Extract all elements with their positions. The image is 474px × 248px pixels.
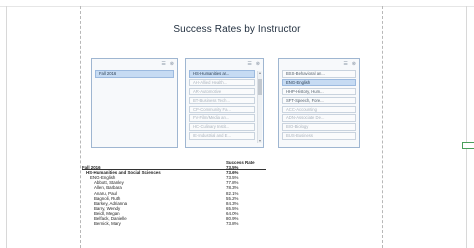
- pivot-table: Success Rate Fall 2016 73.5% HS-Humanities…: [82, 160, 266, 226]
- pivot-row[interactable]: Bernick, Mary 73.8%: [82, 221, 266, 226]
- semester-slicer[interactable]: Semester ☰ ⊗ Fall 2016: [91, 58, 178, 148]
- slicer-item[interactable]: AH-Allied Health...: [189, 78, 255, 87]
- slicer-item[interactable]: BIO-Biology: [282, 123, 356, 131]
- pivot-row-value: 73.8%: [226, 221, 239, 227]
- clear-filter-icon[interactable]: ⊗: [170, 61, 174, 67]
- multi-select-icon[interactable]: ☰: [247, 61, 251, 67]
- pivot-row-label: Bernick, Mary: [94, 221, 121, 227]
- division-slicer[interactable]: Division ☰ ⊗ HS-Humanities ar...AH-Allie…: [185, 58, 264, 148]
- scroll-up-icon[interactable]: ▲: [258, 71, 262, 75]
- division-scrollbar[interactable]: ▲ ▼: [257, 71, 262, 143]
- page-break-line: [80, 6, 81, 248]
- slicer-item[interactable]: BSS-Behavioral an...: [282, 70, 356, 78]
- slicer-item[interactable]: ACC-Accounting: [282, 105, 356, 114]
- clear-filter-icon[interactable]: ⊗: [352, 61, 356, 67]
- slicer-item[interactable]: ENG-English: [282, 78, 356, 87]
- scrollbar-thumb[interactable]: [258, 79, 262, 95]
- slicer-item[interactable]: BT-Business Tech...: [189, 96, 255, 105]
- slicer-item[interactable]: IE-Industrial and E...: [189, 132, 255, 140]
- slicer-item[interactable]: HC-Culinary Instit...: [189, 123, 255, 131]
- slicer-item[interactable]: AR-Automotive: [189, 87, 255, 96]
- slicer-item[interactable]: FV-Film/Media an...: [189, 114, 255, 123]
- multi-select-icon[interactable]: ☰: [161, 61, 165, 67]
- department-slicer[interactable]: Department ☰ ⊗ BSS-Behavioral an...ENG-E…: [278, 58, 360, 148]
- slicer-item[interactable]: Fall 2016: [95, 70, 174, 78]
- slicer-item[interactable]: SFT-Speech, Fore...: [282, 96, 356, 105]
- slicer-item[interactable]: CP-Community Fa...: [189, 105, 255, 114]
- sheet-gridline: [0, 6, 474, 7]
- multi-select-icon[interactable]: ☰: [343, 61, 347, 67]
- sheet-gridline: [6, 6, 7, 248]
- slicer-item[interactable]: BUS-Business: [282, 132, 356, 140]
- worksheet: Success Rates by Instructor Semester ☰ ⊗…: [0, 0, 474, 248]
- slicer-item[interactable]: HS-Humanities ar...: [189, 70, 255, 78]
- clear-filter-icon[interactable]: ⊗: [256, 61, 260, 67]
- page-break-line: [382, 6, 383, 248]
- slicer-item[interactable]: ADN-Associate De...: [282, 114, 356, 123]
- slicer-item[interactable]: HHP-History, Hum...: [282, 87, 356, 96]
- report-title: Success Rates by Instructor: [173, 24, 301, 35]
- selected-shape-edge[interactable]: [462, 142, 474, 149]
- scroll-down-icon[interactable]: ▼: [258, 139, 262, 143]
- sheet-gridline: [466, 6, 467, 248]
